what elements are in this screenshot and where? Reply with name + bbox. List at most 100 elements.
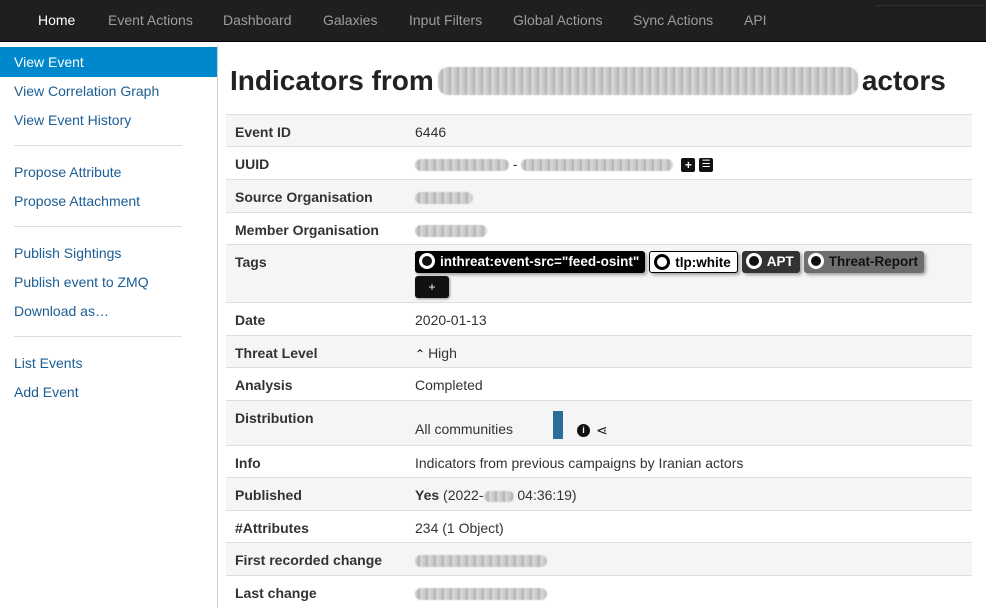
- sidebar-item-list-events[interactable]: List Events: [0, 348, 217, 378]
- nav-global-actions[interactable]: Global Actions: [513, 0, 603, 42]
- nav-sync-actions[interactable]: Sync Actions: [633, 0, 713, 42]
- analysis-value: Completed: [406, 367, 972, 401]
- threat-level-text: High: [428, 345, 457, 361]
- info-icon[interactable]: i: [577, 423, 591, 437]
- threat-level-label: Threat Level: [226, 335, 406, 368]
- source-org-value: [406, 179, 972, 213]
- sidebar-item-view-event[interactable]: View Event: [0, 47, 217, 77]
- redacted-member-org: [415, 225, 487, 237]
- globe-icon: [807, 253, 824, 270]
- table-row: Published Yes (2022- 04:36:19): [226, 477, 972, 511]
- nav-home[interactable]: Home: [38, 0, 75, 42]
- sidebar-divider: [14, 145, 182, 146]
- event-id-label: Event ID: [226, 114, 406, 147]
- date-value: 2020-01-13: [406, 302, 972, 336]
- tag-threat-report[interactable]: Threat-Report: [803, 251, 924, 273]
- distribution-label: Distribution: [226, 400, 406, 446]
- attributes-value: 234 (1 Object): [406, 510, 972, 543]
- sidebar-item-view-event-history[interactable]: View Event History: [0, 105, 217, 135]
- table-row: UUID - + ☰: [226, 146, 972, 180]
- published-value: Yes (2022- 04:36:19): [406, 477, 972, 511]
- last-change-label: Last change: [226, 575, 406, 608]
- table-row: #Attributes 234 (1 Object): [226, 510, 972, 543]
- sidebar-item-view-correlation-graph[interactable]: View Correlation Graph: [0, 76, 217, 106]
- table-row: Tags inthreat:event-src="feed-osint" tlp:…: [226, 244, 972, 303]
- sidebar-divider: [14, 226, 182, 227]
- analysis-label: Analysis: [226, 367, 406, 401]
- tag-apt[interactable]: APT: [741, 251, 800, 273]
- globe-icon: [745, 253, 762, 270]
- redacted-first-change: [415, 555, 547, 567]
- tag-inthreat[interactable]: inthreat:event-src="feed-osint": [415, 251, 646, 273]
- redacted-source-org: [415, 192, 473, 204]
- info-label: Info: [226, 445, 406, 478]
- sidebar-item-add-event[interactable]: Add Event: [0, 377, 217, 407]
- nav-api[interactable]: API: [744, 0, 767, 42]
- table-row: Event ID 6446: [226, 114, 972, 147]
- add-tag-button[interactable]: +: [415, 276, 449, 298]
- globe-icon: [419, 253, 435, 270]
- distribution-value: All communities i ⋖: [406, 400, 972, 446]
- table-row: Info Indicators from previous campaigns …: [226, 445, 972, 478]
- published-status: Yes: [415, 487, 440, 503]
- tag-label: tlp:white: [675, 255, 731, 270]
- date-label: Date: [226, 302, 406, 336]
- chevron-up-icon: ⌃: [415, 347, 426, 361]
- nav-event-actions[interactable]: Event Actions: [108, 0, 193, 42]
- published-date-suffix: 04:36:19): [513, 487, 577, 503]
- table-row: Threat Level ⌃ High: [226, 335, 972, 368]
- tags-value: inthreat:event-src="feed-osint" tlp:white…: [406, 244, 972, 303]
- nav-dashboard[interactable]: Dashboard: [223, 0, 292, 42]
- page-title: Indicators from actors: [230, 62, 946, 100]
- sidebar: View Event View Correlation Graph View E…: [0, 45, 218, 608]
- source-org-label: Source Organisation: [226, 179, 406, 213]
- table-row: Source Organisation: [226, 179, 972, 213]
- tag-tlp-white[interactable]: tlp:white: [649, 251, 738, 273]
- plus-icon[interactable]: +: [681, 158, 696, 173]
- sidebar-item-publish-zmq[interactable]: Publish event to ZMQ: [0, 267, 217, 297]
- distribution-text: All communities: [415, 421, 514, 437]
- table-row: Analysis Completed: [226, 367, 972, 401]
- redacted-last-change: [415, 588, 547, 600]
- sidebar-item-propose-attribute[interactable]: Propose Attribute: [0, 157, 217, 187]
- threat-level-value: ⌃ High: [406, 335, 972, 368]
- published-date-prefix: (2022-: [443, 487, 484, 503]
- member-org-label: Member Organisation: [226, 212, 406, 245]
- redacted-uuid-part: [415, 159, 509, 172]
- distribution-graph-bar[interactable]: [553, 411, 564, 439]
- sidebar-item-publish-sightings[interactable]: Publish Sightings: [0, 238, 217, 268]
- event-id-value: 6446: [406, 114, 972, 147]
- table-row: Last change: [226, 575, 972, 608]
- tag-label: APT: [766, 254, 794, 269]
- tag-label: Threat-Report: [828, 254, 918, 269]
- share-icon[interactable]: ⋖: [596, 422, 608, 439]
- tag-label: inthreat:event-src="feed-osint": [440, 254, 640, 269]
- top-navbar: Home Event Actions Dashboard Galaxies In…: [0, 0, 986, 42]
- page-title-prefix: Indicators from: [230, 65, 434, 96]
- redacted-published-date: [483, 490, 514, 502]
- sidebar-item-propose-attachment[interactable]: Propose Attachment: [0, 186, 217, 216]
- sidebar-divider: [14, 336, 182, 337]
- event-details-table: Event ID 6446 UUID - + ☰ Source Organisa…: [226, 114, 972, 608]
- uuid-fragment: -: [512, 156, 518, 172]
- sidebar-item-download-as[interactable]: Download as…: [0, 296, 217, 326]
- uuid-label: UUID: [226, 146, 406, 180]
- published-label: Published: [226, 477, 406, 511]
- nav-galaxies[interactable]: Galaxies: [323, 0, 377, 42]
- table-row: Date 2020-01-13: [226, 302, 972, 336]
- list-icon[interactable]: ☰: [699, 158, 714, 173]
- navbar-decoration: [876, 0, 986, 6]
- nav-input-filters[interactable]: Input Filters: [409, 0, 482, 42]
- info-value: Indicators from previous campaigns by Ir…: [406, 445, 972, 478]
- last-change-value: [406, 575, 972, 608]
- first-change-label: First recorded change: [226, 542, 406, 576]
- globe-icon: [654, 254, 671, 271]
- add-user-icon: +: [428, 280, 436, 294]
- table-row: Member Organisation: [226, 212, 972, 245]
- tags-label: Tags: [226, 244, 406, 303]
- redacted-title-segment: [437, 67, 858, 95]
- first-change-value: [406, 542, 972, 576]
- member-org-value: [406, 212, 972, 245]
- attributes-label: #Attributes: [226, 510, 406, 543]
- redacted-uuid-part: [521, 159, 674, 172]
